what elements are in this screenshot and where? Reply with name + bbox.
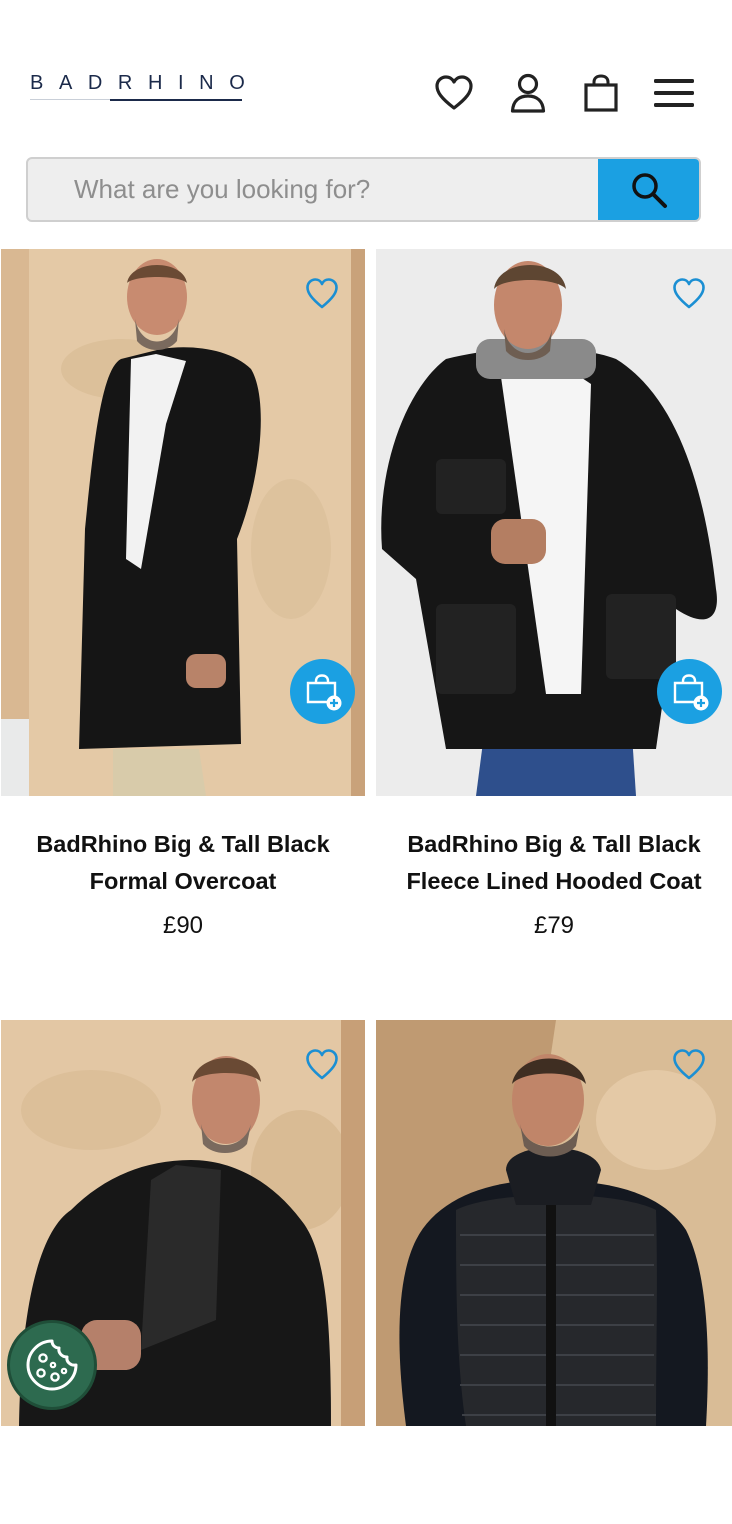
wishlist-heart-icon[interactable]	[431, 70, 477, 116]
account-user-icon[interactable]	[505, 70, 551, 116]
search-button[interactable]	[598, 159, 699, 220]
product-card[interactable]: BadRhino Big & Tall Black Formal Overcoa…	[1, 249, 365, 969]
product-image[interactable]	[376, 249, 732, 796]
product-card[interactable]: BadRhino Big & Tall Black Fleece Lined H…	[376, 249, 732, 969]
add-to-bag-button[interactable]	[290, 659, 355, 724]
product-title[interactable]: BadRhino Big & Tall Black Formal Overcoa…	[1, 826, 365, 900]
product-image[interactable]	[376, 1020, 732, 1426]
brand-logo[interactable]: BADRHINO	[30, 72, 245, 104]
add-to-bag-icon	[673, 673, 708, 710]
wishlist-heart-icon[interactable]	[672, 1048, 706, 1082]
site-header: BADRHINO	[0, 0, 732, 150]
wishlist-heart-icon[interactable]	[672, 277, 706, 311]
wishlist-heart-icon[interactable]	[305, 1048, 339, 1082]
wishlist-heart-icon[interactable]	[305, 277, 339, 311]
shopping-bag-icon[interactable]	[578, 70, 624, 116]
product-price: £90	[162, 912, 204, 939]
add-to-bag-icon	[306, 673, 341, 710]
hamburger-menu-icon[interactable]	[651, 70, 697, 116]
search-icon	[631, 172, 667, 208]
product-card[interactable]	[376, 1020, 732, 1426]
brand-logo-text: BADRHINO	[30, 72, 261, 94]
product-title[interactable]: BadRhino Big & Tall Black Fleece Lined H…	[376, 826, 732, 900]
logo-underline-light	[30, 99, 110, 100]
add-to-bag-button[interactable]	[657, 659, 722, 724]
logo-underline	[110, 99, 242, 101]
search-bar	[26, 157, 701, 222]
product-image[interactable]	[1, 249, 365, 796]
cookie-icon	[26, 1339, 78, 1391]
cookie-settings-button[interactable]	[7, 1320, 97, 1410]
search-input[interactable]	[28, 159, 600, 220]
product-price: £79	[533, 912, 575, 939]
